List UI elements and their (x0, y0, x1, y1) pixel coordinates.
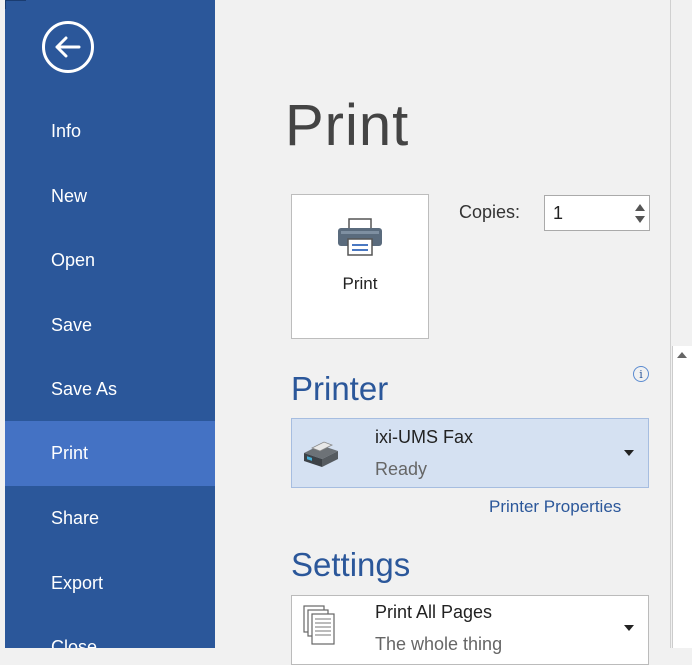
copies-label: Copies: (459, 202, 521, 222)
settings-heading: Settings (291, 546, 411, 583)
nav-item-label: Close (51, 637, 98, 648)
window-corner (5, 0, 26, 9)
nav-item-save[interactable]: Save (5, 293, 215, 358)
printer-properties-link[interactable]: Printer Properties (489, 497, 621, 517)
print-button-label: Print (342, 274, 378, 293)
nav-item-close[interactable]: Close (5, 615, 215, 648)
printer-icon (335, 217, 385, 262)
copies-stepper[interactable]: 1 (544, 195, 650, 231)
back-button[interactable] (42, 21, 94, 73)
fax-printer-icon (300, 437, 342, 476)
pages-option-label: Print All Pages (375, 602, 493, 622)
print-button[interactable]: Print (291, 194, 429, 339)
info-icon[interactable]: i (633, 366, 649, 382)
preview-pane (671, 0, 692, 346)
nav-item-label: Open (51, 250, 96, 270)
preview-scrollbar[interactable] (672, 346, 692, 648)
scroll-up-icon[interactable] (677, 352, 687, 358)
page-title: Print (285, 93, 410, 158)
nav-item-label: Save (51, 315, 93, 335)
pages-option-sub: The whole thing (375, 634, 503, 654)
nav-item-label: Export (51, 573, 104, 593)
print-panel: Print Print Copies: 1 Printer i ixi-UMS … (215, 0, 692, 665)
printer-status: Ready (375, 459, 428, 479)
print-pages-dropdown[interactable]: Print All Pages The whole thing (291, 595, 649, 665)
nav-item-label: Save As (51, 379, 118, 399)
nav-item-print[interactable]: Print (5, 421, 215, 486)
copies-spin (631, 196, 649, 230)
nav-item-share[interactable]: Share (5, 486, 215, 551)
nav-item-label: Share (51, 508, 100, 528)
printer-name: ixi-UMS Fax (375, 427, 473, 447)
nav-item-open[interactable]: Open (5, 228, 215, 293)
copies-value[interactable]: 1 (553, 203, 631, 224)
printer-dropdown[interactable]: ixi-UMS Fax Ready (291, 418, 649, 488)
printer-heading: Printer (291, 370, 389, 407)
backstage-sidebar: Info New Open Save Save As Print Share E… (5, 0, 215, 648)
back-arrow-icon (55, 36, 81, 58)
chevron-down-icon (624, 450, 634, 456)
pages-icon (302, 604, 338, 653)
nav-item-label: Print (51, 443, 89, 463)
nav-item-label: New (51, 186, 88, 206)
nav-item-label: Info (51, 121, 82, 141)
increment-icon[interactable] (635, 203, 645, 211)
nav-item-info[interactable]: Info (5, 99, 215, 164)
decrement-icon[interactable] (635, 215, 645, 223)
nav-item-new[interactable]: New (5, 164, 215, 229)
nav-item-export[interactable]: Export (5, 551, 215, 616)
nav-item-save-as[interactable]: Save As (5, 357, 215, 422)
chevron-down-icon (624, 625, 634, 631)
